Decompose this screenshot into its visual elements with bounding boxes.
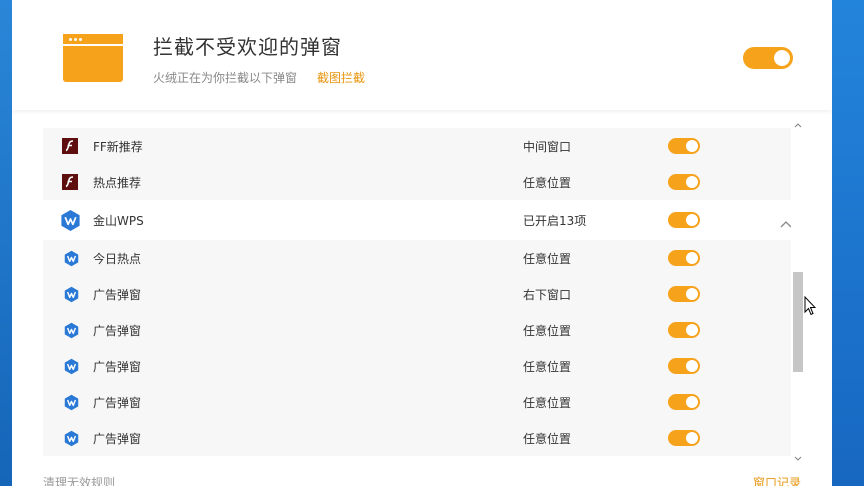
rule-status[interactable]: 任意位置 <box>523 174 571 191</box>
popup-window-icon-dot <box>79 38 82 41</box>
list-item: 广告弹窗 任意位置 <box>43 420 805 456</box>
scroll-down-icon[interactable] <box>793 448 803 461</box>
page-title: 拦截不受欢迎的弹窗 <box>153 35 342 59</box>
wps-icon <box>63 394 80 411</box>
toggle-knob <box>686 288 698 300</box>
row-toggle[interactable] <box>668 322 700 338</box>
clear-invalid-rules-link[interactable]: 清理无效规则 <box>43 474 115 486</box>
toggle-knob <box>686 140 698 152</box>
page-subtitle: 火绒正在为你拦截以下弹窗 <box>153 71 298 85</box>
toggle-knob <box>686 252 698 264</box>
row-toggle[interactable] <box>668 286 700 302</box>
screenshot-block-link[interactable]: 截图拦截 <box>317 69 365 86</box>
toggle-knob <box>686 176 698 188</box>
wps-icon <box>63 358 80 375</box>
mouse-cursor-icon <box>804 295 817 316</box>
popup-log-link[interactable]: 窗口记录 <box>753 474 801 486</box>
wps-icon <box>63 250 80 267</box>
rule-status[interactable]: 中间窗口 <box>523 138 571 155</box>
toggle-knob <box>686 360 698 372</box>
rule-list: FF新推荐 中间窗口 热点推荐 任意位置 金山WPS 已开启13项 今日热点 任… <box>43 96 805 460</box>
list-item: 广告弹窗 任意位置 <box>43 384 805 420</box>
popup-window-icon-dot <box>69 38 72 41</box>
rule-status[interactable]: 右下窗口 <box>523 286 571 303</box>
popup-window-icon <box>63 34 123 82</box>
toggle-knob <box>686 432 698 444</box>
list-scrollbar[interactable] <box>791 110 805 461</box>
scroll-thumb[interactable] <box>793 272 803 372</box>
header: 拦截不受欢迎的弹窗 火绒正在为你拦截以下弹窗 截图拦截 <box>12 0 832 110</box>
rule-status[interactable]: 任意位置 <box>523 394 571 411</box>
rule-name: 今日热点 <box>93 252 142 266</box>
toggle-knob <box>686 396 698 408</box>
rule-status[interactable]: 任意位置 <box>523 358 571 375</box>
row-toggle[interactable] <box>668 358 700 374</box>
row-toggle[interactable] <box>668 138 700 154</box>
rule-name: FF新推荐 <box>93 140 143 154</box>
toggle-knob <box>774 50 790 66</box>
flash-icon <box>62 174 78 190</box>
row-toggle[interactable] <box>668 250 700 266</box>
popup-window-icon-dot <box>74 38 77 41</box>
row-toggle[interactable] <box>668 430 700 446</box>
toggle-knob <box>686 214 698 226</box>
list-item: 今日热点 任意位置 <box>43 240 805 276</box>
list-item: 热点推荐 任意位置 <box>43 164 805 200</box>
rule-name: 广告弹窗 <box>93 360 142 374</box>
wps-icon <box>59 209 82 232</box>
desktop-background-left <box>0 0 12 486</box>
row-toggle[interactable] <box>668 212 700 228</box>
wps-icon <box>63 430 80 447</box>
rule-name: 广告弹窗 <box>93 396 142 410</box>
list-item: 广告弹窗 任意位置 <box>43 312 805 348</box>
master-toggle[interactable] <box>743 47 793 69</box>
list-item-group[interactable]: 金山WPS 已开启13项 <box>43 202 805 238</box>
scroll-up-icon[interactable] <box>793 114 803 128</box>
list-item: 广告弹窗 右下窗口 <box>43 276 805 312</box>
list-item: 广告弹窗 任意位置 <box>43 348 805 384</box>
popup-blocker-window: 拦截不受欢迎的弹窗 火绒正在为你拦截以下弹窗 截图拦截 FF新推荐 中间窗口 热… <box>12 0 832 486</box>
row-toggle[interactable] <box>668 174 700 190</box>
flash-icon <box>62 138 78 154</box>
rule-name: 广告弹窗 <box>93 432 142 446</box>
rule-status[interactable]: 任意位置 <box>523 322 571 339</box>
rule-name: 热点推荐 <box>93 176 142 190</box>
rule-status: 已开启13项 <box>523 214 587 228</box>
desktop-background-right <box>832 0 864 486</box>
wps-icon <box>63 322 80 339</box>
rule-status[interactable]: 任意位置 <box>523 250 571 267</box>
wps-icon <box>63 286 80 303</box>
row-toggle[interactable] <box>668 394 700 410</box>
list-item: FF新推荐 中间窗口 <box>43 128 805 164</box>
popup-window-icon-titlebar <box>63 34 123 46</box>
rule-status[interactable]: 任意位置 <box>523 430 571 447</box>
toggle-knob <box>686 324 698 336</box>
rule-name: 广告弹窗 <box>93 288 142 302</box>
rule-name: 广告弹窗 <box>93 324 142 338</box>
rule-name: 金山WPS <box>93 214 144 228</box>
